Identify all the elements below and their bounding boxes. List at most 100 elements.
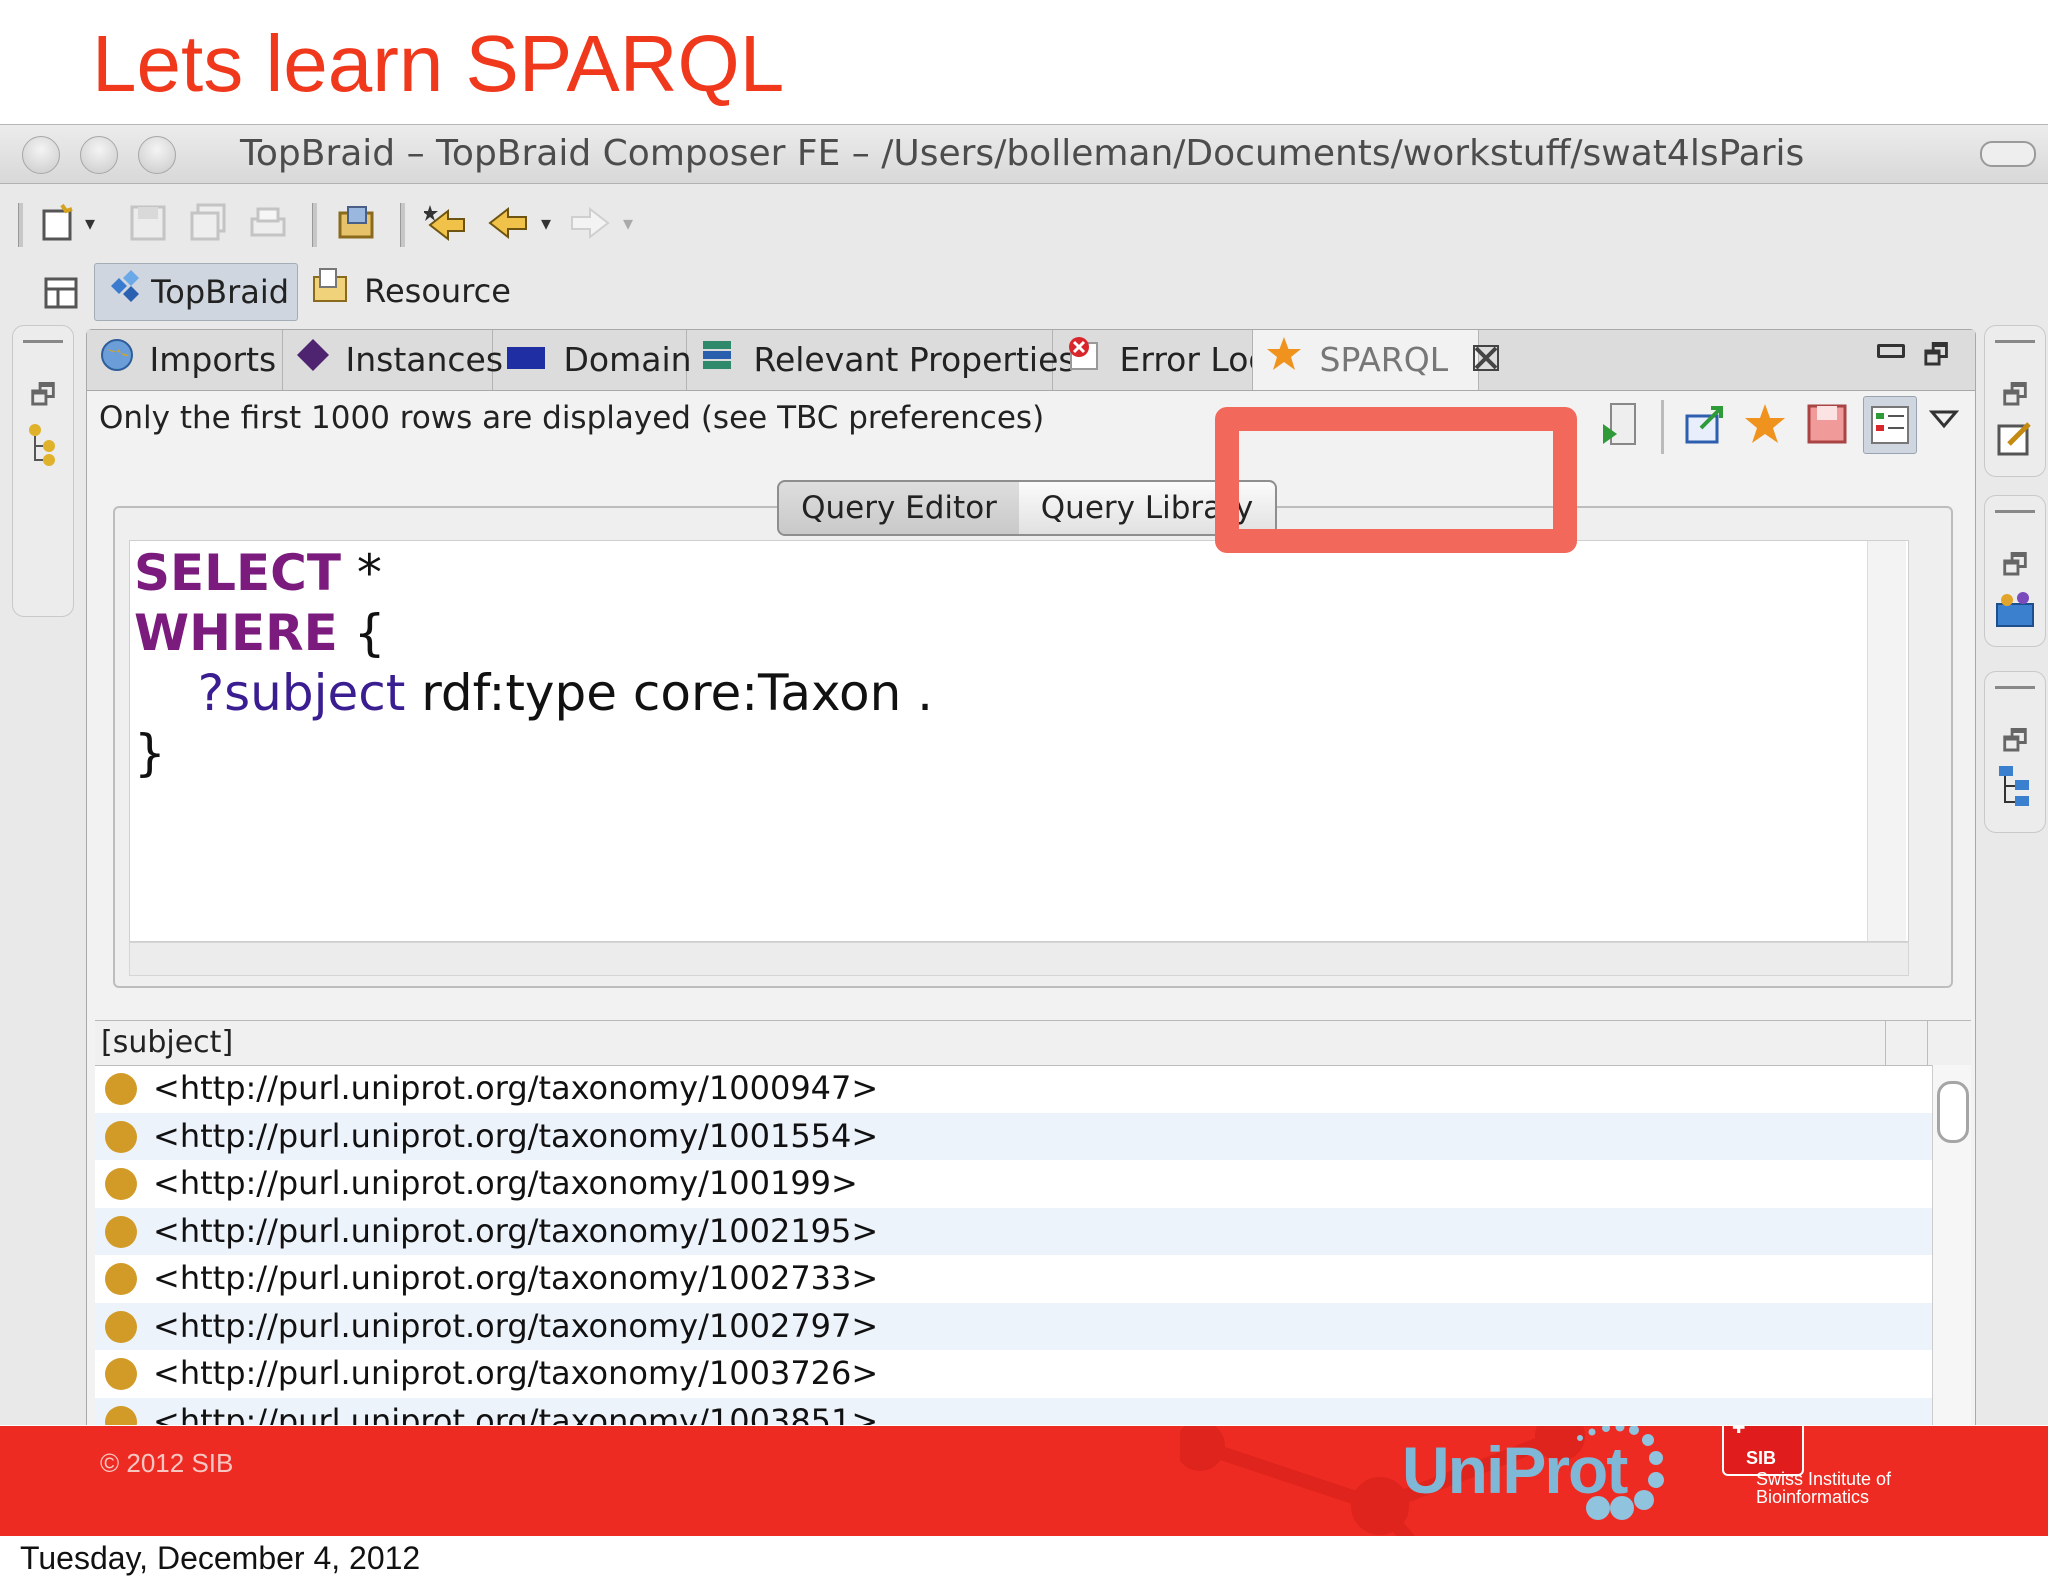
- select-rest: *: [340, 544, 382, 602]
- table-row[interactable]: <http://purl.uniprot.org/taxonomy/100273…: [95, 1255, 1935, 1302]
- results-table: [subject] <http://purl.uniprot.org/taxon…: [95, 1020, 1971, 1425]
- sib-name-line2: Bioinformatics: [1756, 1487, 1870, 1507]
- resource-icon: [105, 1263, 137, 1295]
- perspective-resource-label: Resource: [364, 272, 511, 310]
- edit-form-icon[interactable]: [1985, 418, 2045, 465]
- table-row[interactable]: <http://purl.uniprot.org/taxonomy/100094…: [95, 1065, 1935, 1112]
- closing-brace: }: [134, 724, 166, 782]
- minimize-bar: [23, 340, 63, 343]
- class-tree-icon[interactable]: [1985, 764, 2045, 815]
- rows-limit-notice: Only the first 1000 rows are displayed (…: [99, 400, 1045, 436]
- back-icon[interactable]: [488, 203, 528, 243]
- column-header-subject[interactable]: [subject]: [101, 1025, 233, 1060]
- tab-error-log[interactable]: Error Log: [1053, 330, 1253, 390]
- resource-icon: [105, 1405, 137, 1425]
- associations-icon[interactable]: [1985, 588, 2045, 639]
- toolbar-toggle-button[interactable]: [1980, 141, 2036, 167]
- query-editor-frame: SELECT * WHERE { ?subject rdf:type core:…: [113, 506, 1953, 988]
- tab-relevant-properties-label: Relevant Properties: [753, 340, 1076, 379]
- tab-sparql-label: SPARQL: [1319, 340, 1449, 379]
- uniprot-dots-icon: [1577, 1426, 1664, 1520]
- results-scrollbar[interactable]: [1932, 1065, 1971, 1425]
- minimize-bar: [1995, 686, 2035, 689]
- view-menu-icon[interactable]: [1928, 408, 1960, 432]
- restore-icon[interactable]: 🗗: [1985, 374, 2045, 422]
- perspective-resource-button[interactable]: Resource: [310, 263, 511, 322]
- sparql-tab-highlight: [1215, 407, 1577, 553]
- save-query-icon[interactable]: [1805, 402, 1849, 446]
- error-icon: [1065, 332, 1109, 391]
- slide-footer: © 2012 SIB UniProt ✚ SIB Swiss Institute…: [0, 1426, 2048, 1536]
- tab-imports[interactable]: Imports: [87, 330, 283, 390]
- open-perspective-icon[interactable]: [42, 263, 82, 319]
- editor-horizontal-scrollbar[interactable]: [129, 942, 1909, 976]
- topbraid-diamonds-icon: [101, 266, 141, 323]
- subject-uri: <http://purl.uniprot.org/taxonomy/100372…: [153, 1354, 879, 1392]
- subject-uri: <http://purl.uniprot.org/taxonomy/100219…: [153, 1211, 879, 1250]
- table-row[interactable]: <http://purl.uniprot.org/taxonomy/100385…: [95, 1397, 1935, 1426]
- table-row[interactable]: <http://purl.uniprot.org/taxonomy/100155…: [95, 1112, 1935, 1160]
- right-trim-stack-1: 🗗: [1984, 325, 2046, 477]
- sparql-view-panel: Imports Instances Domain Relevant Proper…: [86, 329, 1976, 1425]
- minimize-bar: [1995, 510, 2035, 513]
- back-dropdown-icon[interactable]: ▾: [536, 203, 556, 243]
- globe-icon: [99, 332, 139, 392]
- tab-imports-label: Imports: [149, 340, 277, 379]
- tab-error-log-label: Error Log: [1119, 340, 1253, 379]
- table-row[interactable]: <http://purl.uniprot.org/taxonomy/100279…: [95, 1302, 1935, 1350]
- resource-icon: [105, 1073, 137, 1105]
- tab-domain-label: Domain: [563, 340, 692, 379]
- run-query-file-icon[interactable]: [1599, 400, 1643, 450]
- toolbar-separator: [18, 203, 23, 247]
- bookmark-star-icon[interactable]: [1743, 402, 1787, 446]
- tab-instances[interactable]: Instances: [283, 330, 503, 390]
- tab-domain[interactable]: Domain: [493, 330, 692, 392]
- restore-icon[interactable]: 🗗: [1985, 720, 2045, 768]
- restore-icon[interactable]: 🗗: [13, 374, 73, 422]
- sib-name-line1: Swiss Institute of: [1756, 1469, 1892, 1489]
- close-window-button[interactable]: [22, 136, 60, 174]
- dropdown-arrow-icon[interactable]: ▾: [80, 203, 100, 243]
- toggle-layout-button[interactable]: [1863, 396, 1917, 454]
- subject-uri: <http://purl.uniprot.org/taxonomy/100094…: [153, 1069, 879, 1107]
- table-row[interactable]: <http://purl.uniprot.org/taxonomy/100219…: [95, 1207, 1935, 1255]
- close-tab-icon[interactable]: [1471, 332, 1505, 392]
- editor-scrollbar[interactable]: [1867, 541, 1906, 941]
- table-row[interactable]: <http://purl.uniprot.org/taxonomy/100199…: [95, 1160, 1935, 1207]
- open-resource-icon[interactable]: [336, 203, 376, 243]
- where-keyword: WHERE: [134, 604, 338, 662]
- table-row[interactable]: <http://purl.uniprot.org/taxonomy/100372…: [95, 1350, 1935, 1397]
- column-divider: [1885, 1021, 1886, 1065]
- title-bar: TopBraid – TopBraid Composer FE – /Users…: [0, 125, 2048, 184]
- last-edit-location-icon[interactable]: [422, 203, 465, 243]
- column-divider: [1927, 1021, 1928, 1065]
- minimize-view-icon[interactable]: [1877, 344, 1905, 358]
- toolbar-separator: [400, 203, 405, 247]
- scrollbar-thumb[interactable]: [1937, 1081, 1969, 1143]
- perspective-topbraid-button[interactable]: TopBraid: [94, 263, 298, 321]
- results-header: [subject]: [95, 1021, 1971, 1066]
- query-editor-tab[interactable]: Query Editor: [777, 480, 1021, 536]
- resource-folder-icon: [310, 265, 354, 322]
- results-table-icon: [1871, 406, 1909, 444]
- query-code[interactable]: SELECT * WHERE { ?subject rdf:type core:…: [134, 543, 933, 783]
- hierarchy-icon[interactable]: [13, 422, 73, 473]
- export-results-icon[interactable]: [1683, 402, 1727, 446]
- new-file-icon[interactable]: [38, 203, 78, 243]
- right-trim-stack-2: 🗗: [1984, 495, 2046, 647]
- swiss-cross-icon: ✚: [1732, 1426, 1746, 1437]
- restore-icon[interactable]: 🗗: [1985, 544, 2045, 592]
- minimize-window-button[interactable]: [80, 136, 118, 174]
- subject-uri: <http://purl.uniprot.org/taxonomy/100385…: [153, 1401, 879, 1426]
- rectangle-icon: [505, 332, 553, 392]
- tab-relevant-properties[interactable]: Relevant Properties: [687, 330, 1076, 390]
- perspective-bar: TopBraid Resource: [0, 255, 2048, 323]
- print-icon: [248, 203, 288, 243]
- sparql-query-editor[interactable]: SELECT * WHERE { ?subject rdf:type core:…: [129, 540, 1909, 942]
- tab-sparql[interactable]: SPARQL: [1253, 330, 1499, 390]
- subject-uri: <http://purl.uniprot.org/taxonomy/100199…: [153, 1164, 858, 1202]
- view-tab-bar: Imports Instances Domain Relevant Proper…: [87, 330, 1975, 391]
- forward-dropdown-icon: ▾: [622, 211, 634, 235]
- zoom-window-button[interactable]: [138, 136, 176, 174]
- maximize-view-icon[interactable]: 🗗: [1923, 334, 1949, 382]
